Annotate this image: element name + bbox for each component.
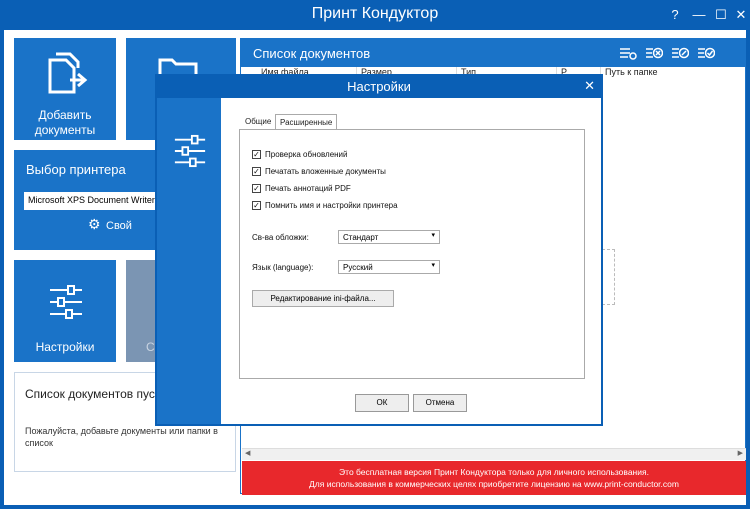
printer-tile-title: Выбор принтера [26, 162, 126, 177]
sliders-icon [174, 134, 206, 168]
settings-dialog-sidebar [157, 98, 221, 424]
chevron-down-icon: ▾ [431, 232, 435, 239]
cover-settings-label: Св-ва обложки: [252, 233, 309, 242]
license-banner[interactable]: Это бесплатная версия Принт Кондуктора т… [242, 461, 746, 495]
settings-tile[interactable]: Настройки [14, 260, 116, 362]
edit-ini-button[interactable]: Редактирование ini-файла... [252, 290, 394, 307]
title-bar: Принт Кондуктор ? — ☐ ✕ [0, 0, 750, 30]
remember-printer-label: Помнить имя и настройки принтера [265, 201, 398, 210]
empty-list-title: Список документов пуст [25, 387, 161, 401]
gear-icon[interactable]: ⚙ [88, 216, 101, 233]
column-folder-path[interactable]: Путь к папке [601, 67, 745, 81]
printer-properties-link[interactable]: Свой [106, 220, 132, 232]
maximize-button[interactable]: ☐ [710, 6, 732, 24]
print-attachments-label: Печатать вложенные документы [265, 167, 386, 176]
start-tile-label: С [146, 340, 155, 354]
check-list-icon[interactable] [697, 44, 715, 62]
language-label: Язык (language): [252, 263, 314, 272]
checkbox-icon[interactable]: ✓ [252, 184, 261, 193]
check-updates-label: Проверка обновлений [265, 150, 348, 159]
close-button[interactable]: ✕ [730, 6, 750, 24]
sliders-icon [50, 285, 82, 319]
settings-dialog: Настройки ✕ Общие Расширенные ✓ Проверка… [155, 74, 603, 426]
scroll-left-icon[interactable]: ◀ [245, 449, 250, 457]
license-banner-line1: Это бесплатная версия Принт Кондуктора т… [339, 467, 649, 477]
print-pdf-annotations-label: Печать аннотаций PDF [265, 184, 351, 193]
license-banner-line2: Для использования в коммерческих целях п… [309, 479, 679, 489]
help-button[interactable]: ? [664, 6, 686, 24]
advanced-settings-panel: ✓ Проверка обновлений ✓ Печатать вложенн… [239, 129, 585, 379]
checkbox-icon[interactable]: ✓ [252, 150, 261, 159]
remove-selected-icon[interactable] [645, 44, 663, 62]
cancel-button[interactable]: Отмена [413, 394, 467, 412]
language-dropdown[interactable]: Русский ▾ [338, 260, 440, 274]
window-title: Принт Кондуктор [311, 5, 439, 22]
checkbox-icon[interactable]: ✓ [252, 201, 261, 210]
settings-label: Настройки [35, 340, 95, 354]
list-settings-icon[interactable] [619, 44, 637, 62]
tab-general[interactable]: Общие [241, 114, 275, 130]
language-value: Русский [343, 263, 373, 272]
empty-list-hint: Пожалуйста, добавьте документы или папки… [25, 426, 218, 448]
settings-dialog-title: Настройки [347, 79, 411, 94]
dialog-close-button[interactable]: ✕ [584, 78, 595, 94]
checkbox-icon[interactable]: ✓ [252, 167, 261, 176]
chevron-down-icon: ▾ [431, 262, 435, 269]
scroll-right-icon[interactable]: ▶ [738, 449, 743, 457]
ok-button[interactable]: ОК [355, 394, 409, 412]
document-list-title: Список документов [253, 46, 371, 61]
settings-dialog-titlebar: Настройки ✕ [157, 76, 601, 98]
add-documents-label: Добавить документы [34, 108, 96, 137]
minimize-button[interactable]: — [688, 6, 710, 24]
tab-advanced[interactable]: Расширенные [275, 114, 338, 130]
add-documents-tile[interactable]: Добавить документы [14, 38, 116, 140]
settings-dialog-body: Общие Расширенные ✓ Проверка обновлений … [221, 98, 601, 424]
horizontal-scrollbar[interactable]: ◀ ▶ [242, 448, 746, 460]
add-document-icon [48, 52, 88, 94]
document-list-header: Список документов [241, 39, 745, 67]
cover-settings-dropdown[interactable]: Стандарт ▾ [338, 230, 440, 244]
remove-all-icon[interactable] [671, 44, 689, 62]
cover-settings-value: Стандарт [343, 233, 379, 242]
